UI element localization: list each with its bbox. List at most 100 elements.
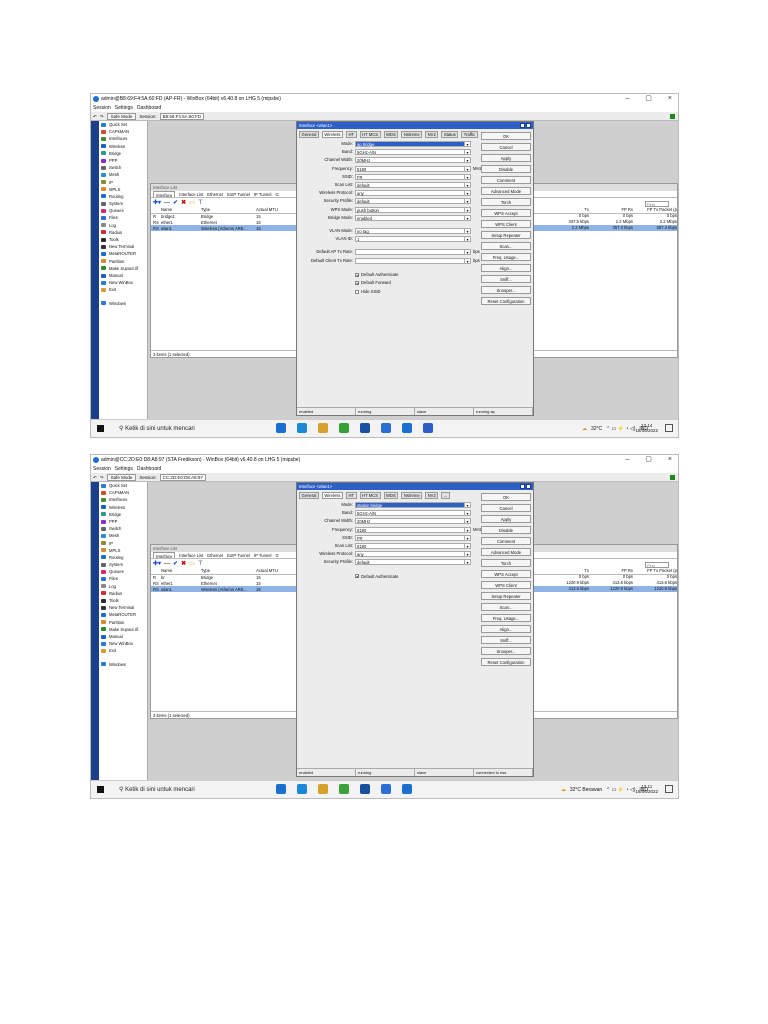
close-icon[interactable]: ×	[668, 455, 672, 465]
dropdown-arrow-icon[interactable]: ▾	[464, 510, 471, 517]
dropdown-arrow-icon[interactable]: ▾	[464, 165, 471, 172]
field-value[interactable]: default	[355, 559, 471, 566]
menu-item[interactable]: Settings	[115, 104, 133, 112]
sidebar-item-exit[interactable]: Exit	[99, 647, 147, 654]
sidebar-item-new-terminal[interactable]: New Terminal	[99, 604, 147, 611]
dialog-tab[interactable]: HT MCS	[359, 131, 381, 138]
safe-mode-button[interactable]: Safe Mode	[106, 112, 137, 120]
windows-start-icon[interactable]	[97, 786, 104, 793]
dropdown-arrow-icon[interactable]: ▾	[464, 198, 471, 205]
field-value[interactable]: 20MHz	[355, 518, 471, 525]
field-value[interactable]	[355, 257, 471, 264]
session-field[interactable]: CC:2D:E0:D8:A8:97	[159, 473, 206, 481]
iflist-tab[interactable]: IP Tunnel	[254, 552, 272, 558]
comment-icon[interactable]: ▭	[189, 560, 195, 567]
dropdown-arrow-icon[interactable]: ▾	[464, 173, 471, 180]
field-value[interactable]	[355, 249, 471, 256]
weather-text[interactable]: 32°C	[591, 423, 602, 435]
dropdown-arrow-icon[interactable]: ▾	[464, 551, 471, 558]
dialog-button-comment[interactable]: Comment	[481, 176, 531, 184]
tray-icons[interactable]: ⌃ ▭ ⚡ ◔ ◁)	[606, 784, 635, 796]
checkbox-box[interactable]: ✔	[355, 574, 359, 579]
enable-icon[interactable]: ✔	[173, 199, 178, 206]
taskbar-search[interactable]: ⚲ Ketik di sini untuk mencari	[119, 785, 195, 795]
safe-mode-button[interactable]: Safe Mode	[106, 473, 137, 481]
taskbar-app-icon[interactable]	[318, 784, 328, 794]
undo-icon[interactable]: ↶	[93, 473, 97, 482]
dropdown-arrow-icon[interactable]: ▾	[464, 206, 471, 213]
remove-icon[interactable]: —	[164, 200, 170, 206]
dialog-tab[interactable]: HT	[345, 492, 357, 499]
redo-icon[interactable]: ↷	[100, 112, 104, 121]
dropdown-arrow-icon[interactable]: ▾	[464, 543, 471, 549]
notification-icon[interactable]	[665, 424, 673, 432]
add-icon[interactable]: ✚▾	[153, 560, 161, 567]
iflist-tab[interactable]: EoIP Tunnel	[227, 191, 250, 197]
dropdown-arrow-icon[interactable]: ▾	[464, 518, 471, 525]
checkbox-box[interactable]: ✔	[355, 281, 359, 286]
iflist-tab[interactable]: EoIP Tunnel	[227, 552, 250, 558]
sidebar-item-windows[interactable]: Windows	[99, 661, 147, 668]
dialog-tab[interactable]: NV2	[425, 492, 439, 499]
sidebar-item-mesh[interactable]: Mesh	[99, 532, 147, 539]
sidebar-item-mpls[interactable]: MPLS	[99, 186, 147, 193]
field-value[interactable]: 5180	[355, 165, 471, 172]
taskbar-search[interactable]: ⚲ Ketik di sini untuk mencari	[119, 424, 195, 434]
notification-icon[interactable]	[665, 785, 673, 793]
field-value[interactable]: any	[355, 190, 471, 197]
field-value[interactable]: default	[355, 182, 471, 188]
sidebar-item-partition[interactable]: Partition	[99, 619, 147, 626]
sidebar-item-exit[interactable]: Exit	[99, 286, 147, 293]
dropdown-arrow-icon[interactable]: ▾	[464, 257, 471, 264]
sidebar-item-make-supout-rif[interactable]: Make Supout.rif	[99, 265, 147, 272]
sidebar-item-make-supout-rif[interactable]: Make Supout.rif	[99, 626, 147, 633]
sidebar-item-mesh[interactable]: Mesh	[99, 171, 147, 178]
dialog-maximize-icon[interactable]	[520, 123, 525, 128]
dialog-button-reset-configuration[interactable]: Reset Configuration	[481, 658, 531, 666]
dialog-button-setup-repeater[interactable]: Setup Repeater	[481, 592, 531, 600]
sidebar-item-interfaces[interactable]: Interfaces	[99, 135, 147, 142]
dialog-button-align[interactable]: Align...	[481, 264, 531, 272]
field-value[interactable]: ap bridge	[355, 141, 471, 147]
maximize-icon[interactable]: ▢	[645, 94, 652, 104]
checkbox[interactable]: ✔ Default Authenticate	[355, 272, 398, 278]
checkbox-box[interactable]	[355, 289, 359, 294]
add-icon[interactable]: ✚▾	[153, 199, 161, 206]
sidebar-item-metarouter[interactable]: MetaROUTER	[99, 250, 147, 257]
dropdown-arrow-icon[interactable]: ▾	[464, 141, 471, 147]
dropdown-arrow-icon[interactable]: ▾	[464, 190, 471, 197]
sidebar-item-ppp[interactable]: PPP	[99, 157, 147, 164]
taskbar-app-icon[interactable]	[381, 423, 391, 433]
dialog-tab[interactable]: Traffic	[461, 131, 478, 138]
dialog-button-scan[interactable]: Scan...	[481, 603, 531, 611]
dropdown-arrow-icon[interactable]: ▾	[464, 157, 471, 164]
field-value[interactable]: enabled	[355, 214, 471, 221]
dialog-button-ok[interactable]: OK	[481, 493, 531, 501]
iflist-tab[interactable]: G	[276, 552, 279, 558]
iflist-tab[interactable]: Ethernet	[207, 552, 223, 558]
iflist-tab[interactable]: Ethernet	[207, 191, 223, 197]
dialog-tab[interactable]: ...	[441, 492, 450, 499]
iflist-tab[interactable]: Interface List	[179, 191, 203, 197]
dialog-button-scan[interactable]: Scan...	[481, 242, 531, 250]
maximize-icon[interactable]: ▢	[645, 455, 652, 465]
dialog-button-disable[interactable]: Disable	[481, 526, 531, 534]
dialog-button-sniff[interactable]: Sniff...	[481, 275, 531, 283]
dialog-button-wps-client[interactable]: WPS Client	[481, 581, 531, 589]
dialog-button-cancel[interactable]: Cancel	[481, 143, 531, 151]
dropdown-arrow-icon[interactable]: ▾	[464, 236, 471, 243]
sidebar-item-new-terminal[interactable]: New Terminal	[99, 243, 147, 250]
dialog-button-ok[interactable]: OK	[481, 132, 531, 140]
dialog-button-reset-configuration[interactable]: Reset Configuration	[481, 297, 531, 305]
sidebar-item-queues[interactable]: Queues	[99, 568, 147, 575]
taskbar-app-icon[interactable]	[297, 423, 307, 433]
weather-icon[interactable]: ☁	[582, 423, 587, 435]
menu-item[interactable]: Settings	[115, 465, 133, 473]
sidebar-item-queues[interactable]: Queues	[99, 207, 147, 214]
redo-icon[interactable]: ↷	[100, 473, 104, 482]
taskbar-app-icon[interactable]	[423, 423, 433, 433]
sidebar-item-manual[interactable]: Manual	[99, 633, 147, 640]
dialog-button-cancel[interactable]: Cancel	[481, 504, 531, 512]
sidebar-item-tools[interactable]: Tools	[99, 597, 147, 604]
dialog-button-torch[interactable]: Torch	[481, 198, 531, 206]
